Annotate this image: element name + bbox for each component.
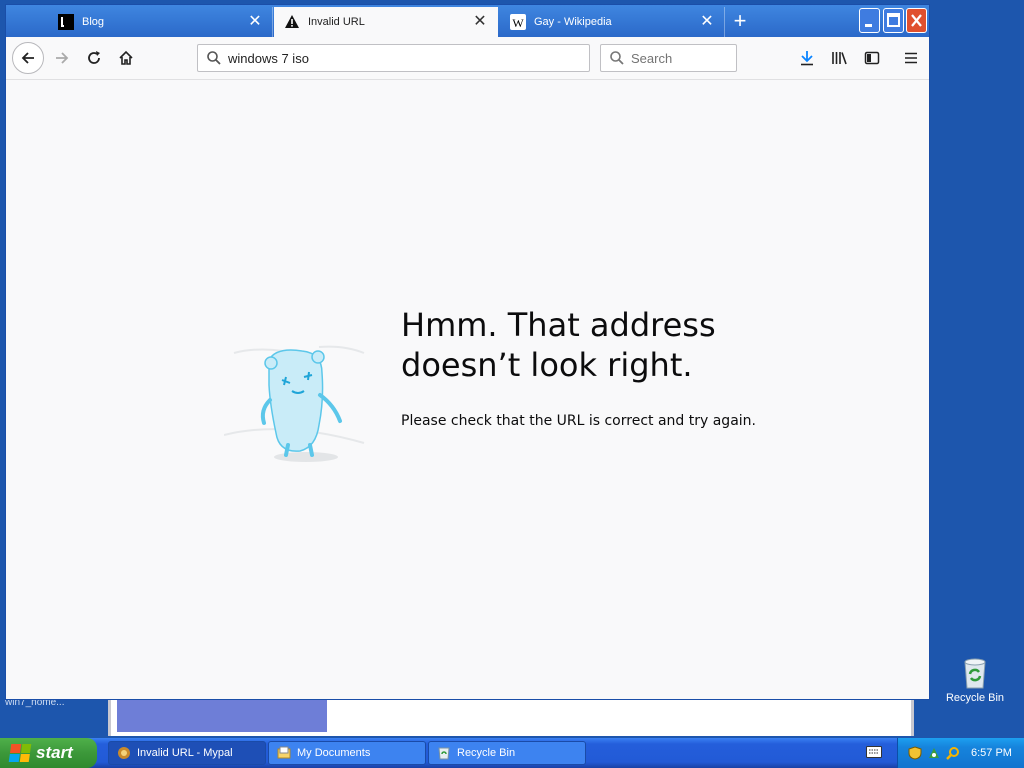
taskbar-button-recycle-bin[interactable]: Recycle Bin: [428, 741, 586, 765]
tab-invalid-url[interactable]: Invalid URL ✕: [274, 7, 498, 37]
library-button[interactable]: [826, 44, 854, 72]
blog-favicon-icon: [58, 14, 74, 30]
forward-arrow-icon: [56, 52, 69, 64]
tab-title: Gay - Wikipedia: [534, 16, 612, 28]
maximize-button[interactable]: [883, 8, 904, 33]
taskbar-button-label: My Documents: [297, 747, 371, 759]
home-button[interactable]: [112, 44, 140, 72]
downloads-button[interactable]: [793, 44, 821, 72]
tab-title: Invalid URL: [308, 16, 365, 28]
windows-logo-icon: [8, 744, 32, 762]
folder-icon: [277, 746, 291, 759]
taskbar-button-label: Invalid URL - Mypal: [137, 747, 233, 759]
warning-icon: [284, 14, 300, 30]
download-icon: [801, 51, 813, 66]
tab-separator: [724, 7, 725, 37]
taskbar: start Invalid URL - Mypal My Documents R…: [0, 738, 1024, 768]
keyboard-language-icon[interactable]: [866, 746, 882, 758]
system-tray: 6:57 PM: [897, 738, 1024, 768]
close-icon: [911, 14, 922, 27]
taskbar-button-my-documents[interactable]: My Documents: [268, 741, 426, 765]
tab-bar: Blog ✕ Invalid URL ✕ W Gay - Wikipedia ✕…: [6, 5, 929, 37]
search-tray-icon[interactable]: [946, 746, 960, 760]
background-window-sidebar: [117, 700, 327, 732]
maximize-icon: [887, 13, 900, 27]
close-tab-icon[interactable]: ✕: [470, 14, 490, 30]
reload-button[interactable]: [80, 44, 108, 72]
error-message: Please check that the URL is correct and…: [401, 413, 756, 429]
start-label: start: [36, 743, 73, 762]
tab-title: Blog: [82, 16, 105, 28]
back-button[interactable]: [12, 42, 44, 74]
search-icon: [207, 51, 221, 65]
error-mascot-illustration: [224, 345, 365, 462]
minimize-icon: [865, 24, 872, 27]
hamburger-menu-icon: [905, 52, 917, 64]
menu-button[interactable]: [897, 44, 925, 72]
close-window-button[interactable]: [906, 8, 927, 33]
mypal-icon: [118, 747, 130, 759]
reload-icon: [88, 51, 100, 64]
recycle-bin-icon: [438, 747, 450, 760]
close-tab-icon[interactable]: ✕: [697, 14, 717, 30]
sidebar-icon: [864, 51, 880, 65]
page-content: Hmm. That address doesn’t look right. Pl…: [6, 80, 929, 699]
search-icon: [610, 51, 624, 65]
wikipedia-favicon-icon: W: [510, 14, 526, 30]
taskbar-button-mypal[interactable]: Invalid URL - Mypal: [108, 741, 266, 765]
tab-separator: [272, 7, 273, 37]
tab-blog[interactable]: Blog ✕: [48, 7, 273, 37]
home-icon: [119, 50, 133, 65]
new-tab-button[interactable]: +: [729, 9, 751, 33]
recycle-bin-label: Recycle Bin: [945, 692, 1005, 704]
sidebar-button[interactable]: [858, 44, 886, 72]
start-button[interactable]: start: [0, 738, 97, 768]
network-icon[interactable]: [927, 746, 941, 760]
back-arrow-icon: [21, 52, 34, 64]
tab-wikipedia[interactable]: W Gay - Wikipedia ✕: [500, 7, 725, 37]
security-shield-icon[interactable]: [908, 746, 922, 760]
minimize-button[interactable]: [859, 8, 880, 33]
search-placeholder: Search: [631, 50, 673, 66]
url-input-value[interactable]: windows 7 iso: [228, 51, 309, 66]
clock[interactable]: 6:57 PM: [971, 747, 1012, 759]
navigation-toolbar: windows 7 iso Search: [6, 37, 929, 80]
close-tab-icon[interactable]: ✕: [245, 14, 265, 30]
taskbar-button-label: Recycle Bin: [457, 747, 516, 759]
forward-button[interactable]: [48, 44, 76, 72]
library-icon: [832, 52, 847, 65]
search-bar[interactable]: Search: [600, 44, 737, 72]
svg-text:W: W: [512, 16, 524, 30]
browser-window: Blog ✕ Invalid URL ✕ W Gay - Wikipedia ✕…: [5, 4, 930, 700]
error-title: Hmm. That address doesn’t look right.: [401, 306, 716, 384]
url-bar[interactable]: windows 7 iso: [197, 44, 590, 72]
recycle-bin-icon: [962, 658, 988, 689]
recycle-bin-desktop-icon[interactable]: Recycle Bin: [940, 656, 1010, 704]
